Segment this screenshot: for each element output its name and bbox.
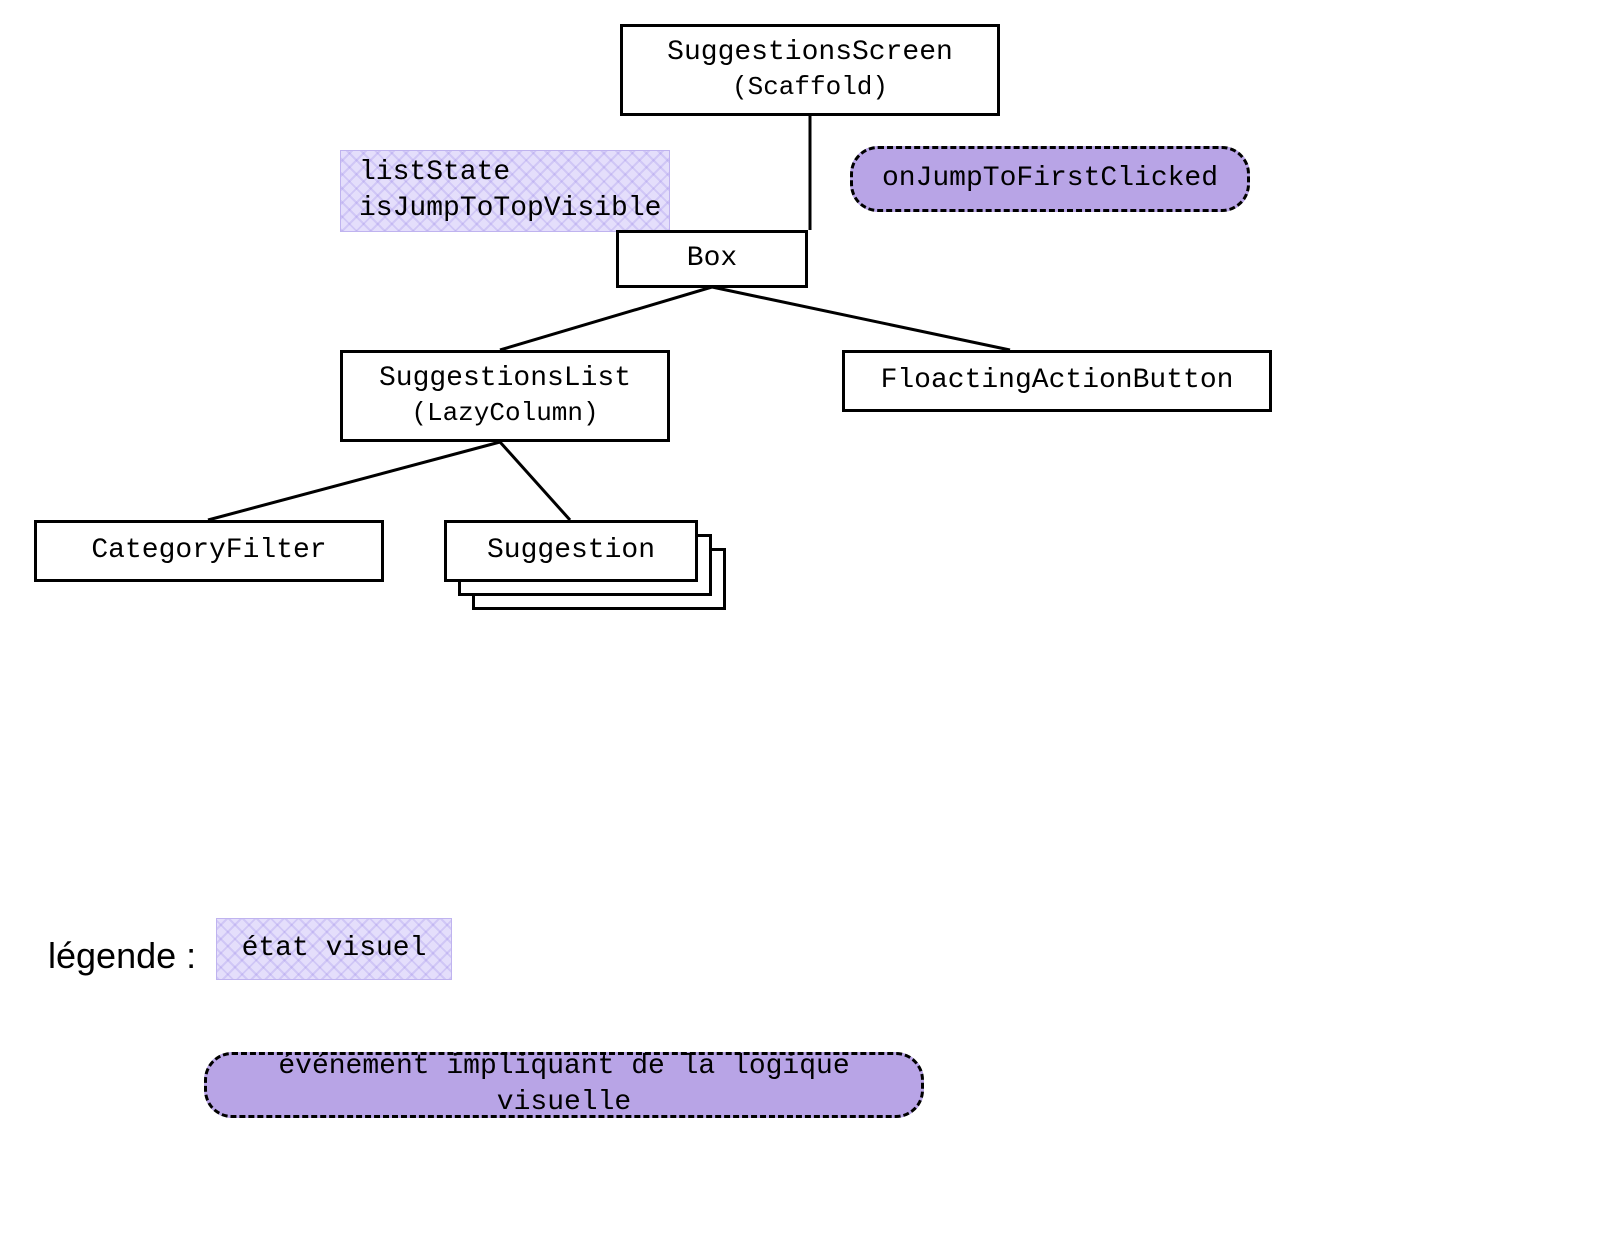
event-box-onjump: onJumpToFirstClicked (850, 146, 1250, 212)
legend-event-text: événement impliquant de la logique visue… (231, 1049, 897, 1122)
state-line1: listState (359, 155, 651, 191)
state-box-liststate: listState isJumpToTopVisible (340, 150, 670, 232)
legend-state-box: état visuel (216, 918, 452, 980)
event-label: onJumpToFirstClicked (882, 161, 1218, 197)
node-fab: FloactingActionButton (842, 350, 1272, 412)
node-suggestions-screen: SuggestionsScreen (Scaffold) (620, 24, 1000, 116)
node-subtitle: (LazyColumn) (411, 397, 598, 431)
node-title: SuggestionsScreen (667, 35, 953, 71)
state-line2: isJumpToTopVisible (359, 191, 651, 227)
node-suggestions-list: SuggestionsList (LazyColumn) (340, 350, 670, 442)
legend-event-box: événement impliquant de la logique visue… (204, 1052, 924, 1118)
legend-title: légende : (48, 935, 196, 977)
node-title: CategoryFilter (91, 533, 326, 569)
legend-state-text: état visuel (242, 931, 427, 967)
node-subtitle: (Scaffold) (732, 71, 888, 105)
node-category-filter: CategoryFilter (34, 520, 384, 582)
diagram-canvas: SuggestionsScreen (Scaffold) listState i… (0, 0, 1600, 1237)
node-suggestion: Suggestion (444, 520, 698, 582)
legend-title-text: légende : (48, 935, 196, 976)
node-title: Box (687, 241, 737, 277)
node-title: SuggestionsList (379, 361, 631, 397)
node-box: Box (616, 230, 808, 288)
node-title: Suggestion (487, 533, 655, 569)
node-title: FloactingActionButton (881, 363, 1234, 399)
